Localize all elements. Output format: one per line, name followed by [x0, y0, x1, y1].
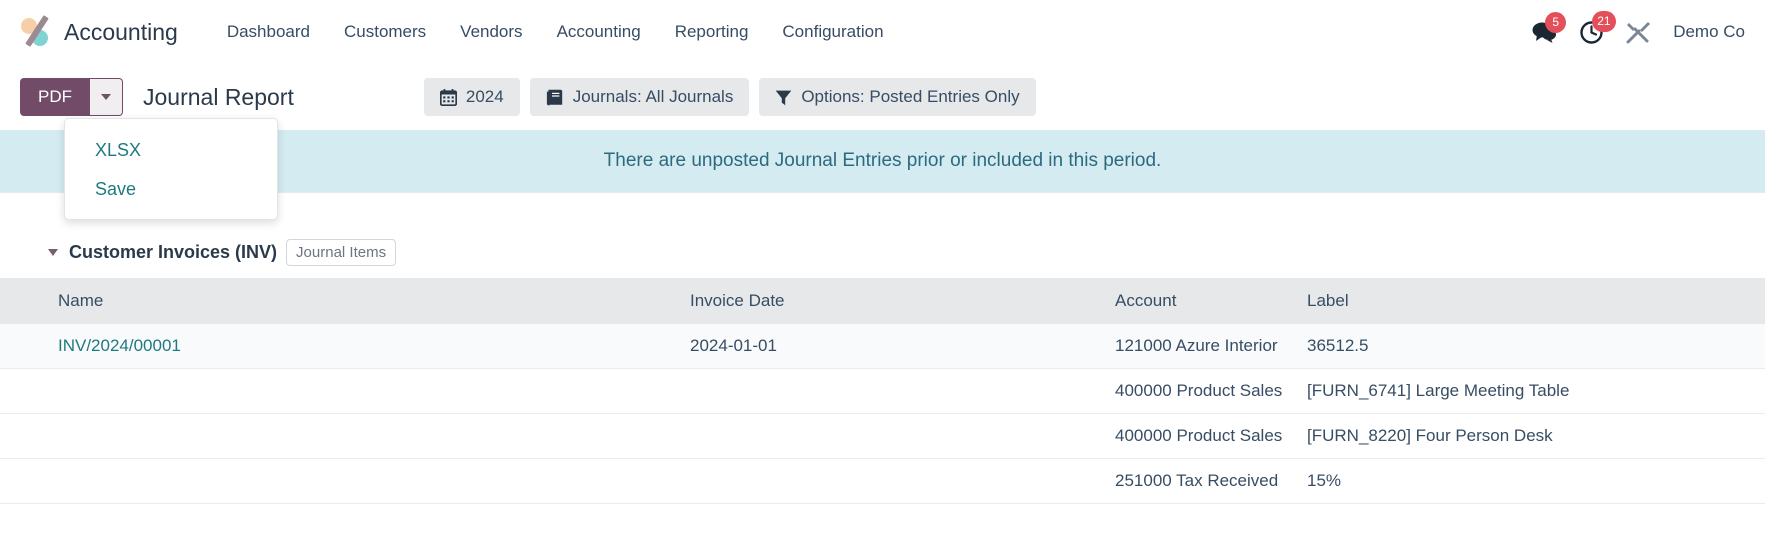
navbar-systray: 5 21 Demo Co — [1532, 10, 1749, 45]
section-title: Customer Invoices (INV) — [69, 242, 278, 262]
calendar-icon — [439, 88, 457, 106]
dropdown-item-save[interactable]: Save — [65, 170, 277, 209]
cell-invoice-date — [690, 459, 1115, 504]
report-body: Customer Invoices (INV) Journal Items Na… — [0, 192, 1765, 504]
nav-item-configuration[interactable]: Configuration — [765, 16, 900, 48]
pdf-button[interactable]: PDF — [20, 77, 90, 117]
cell-account: 251000 Tax Received — [1115, 471, 1279, 490]
options-filter-label: Options: Posted Entries Only — [801, 87, 1020, 106]
chevron-down-icon — [101, 94, 111, 100]
table-header-row: Name Invoice Date Account Label — [0, 278, 1765, 324]
nav-item-dashboard[interactable]: Dashboard — [210, 16, 327, 48]
dropdown-item-xlsx[interactable]: XLSX — [65, 131, 277, 170]
column-header-account: Account — [1115, 278, 1307, 324]
chevron-down-icon[interactable] — [48, 249, 58, 256]
cell-name[interactable]: INV/2024/00001 — [0, 324, 690, 369]
cell-label: 36512.5 — [1307, 324, 1765, 369]
date-filter-label: 2024 — [465, 87, 504, 106]
wrench-screwdriver-icon — [1626, 22, 1651, 44]
table-row[interactable]: 400000 Product Sales [FURN_6741] Large M… — [0, 369, 1765, 414]
activities-button[interactable]: 21 — [1579, 10, 1616, 45]
cell-account: 400000 Product Sales — [1115, 426, 1283, 445]
control-panel: PDF Journal Report 2024 Journals: All Jo… — [0, 64, 1765, 220]
cell-name — [0, 459, 690, 504]
nav-item-customers[interactable]: Customers — [327, 16, 443, 48]
table-row[interactable]: 251000 Tax Received 15% — [0, 459, 1765, 504]
messages-badge: 5 — [1545, 12, 1567, 33]
table-row[interactable]: 400000 Product Sales [FURN_8220] Four Pe… — [0, 414, 1765, 459]
cell-label: [FURN_8220] Four Person Desk — [1307, 426, 1553, 445]
nav-item-vendors[interactable]: Vendors — [443, 16, 539, 48]
activities-badge: 21 — [1592, 10, 1616, 32]
journals-filter-label: Journals: All Journals — [572, 87, 734, 106]
filter-bar: 2024 Journals: All Journals Options: Pos… — [423, 78, 1036, 116]
pdf-dropdown-toggle[interactable] — [90, 77, 123, 117]
options-filter-button[interactable]: Options: Posted Entries Only — [759, 78, 1036, 116]
cell-label: [FURN_6741] Large Meeting Table — [1307, 381, 1570, 400]
funnel-icon — [776, 90, 792, 105]
cell-invoice-date — [690, 414, 1115, 459]
cell-name — [0, 369, 690, 414]
pdf-button-group: PDF — [20, 77, 123, 117]
journal-items-chip[interactable]: Journal Items — [286, 239, 397, 266]
app-name: Accounting — [64, 18, 178, 45]
cell-label: 15% — [1307, 471, 1342, 490]
top-navbar: Accounting Dashboard Customers Vendors A… — [0, 0, 1765, 64]
column-header-label: Label — [1307, 278, 1765, 324]
journal-report-table: Name Invoice Date Account Label INV/2024… — [0, 278, 1765, 504]
nav-item-accounting[interactable]: Accounting — [540, 16, 658, 48]
main-menu: Dashboard Customers Vendors Accounting R… — [210, 16, 901, 48]
debug-tools-button[interactable] — [1626, 20, 1651, 44]
cell-account: 400000 Product Sales — [1115, 381, 1283, 400]
cell-name — [0, 414, 690, 459]
user-menu[interactable]: Demo Co — [1673, 22, 1745, 42]
cell-account: 121000 Azure Interior — [1115, 324, 1307, 369]
odoo-logo-icon — [20, 15, 54, 49]
alert-message: There are unposted Journal Entries prior… — [603, 150, 1162, 171]
column-header-name: Name — [0, 278, 690, 324]
book-icon — [546, 89, 562, 105]
page-title: Journal Report — [143, 83, 294, 110]
cell-invoice-date — [690, 369, 1115, 414]
journals-filter-button[interactable]: Journals: All Journals — [529, 78, 750, 116]
column-header-invoice-date: Invoice Date — [690, 278, 1115, 324]
export-dropdown-menu: XLSX Save — [64, 118, 278, 220]
invoice-link[interactable]: INV/2024/00001 — [58, 336, 181, 355]
date-filter-button[interactable]: 2024 — [423, 78, 520, 116]
table-row[interactable]: INV/2024/00001 2024-01-01 121000 Azure I… — [0, 324, 1765, 369]
cell-invoice-date: 2024-01-01 — [690, 324, 1115, 369]
nav-item-reporting[interactable]: Reporting — [658, 16, 766, 48]
messages-button[interactable]: 5 — [1532, 12, 1567, 43]
